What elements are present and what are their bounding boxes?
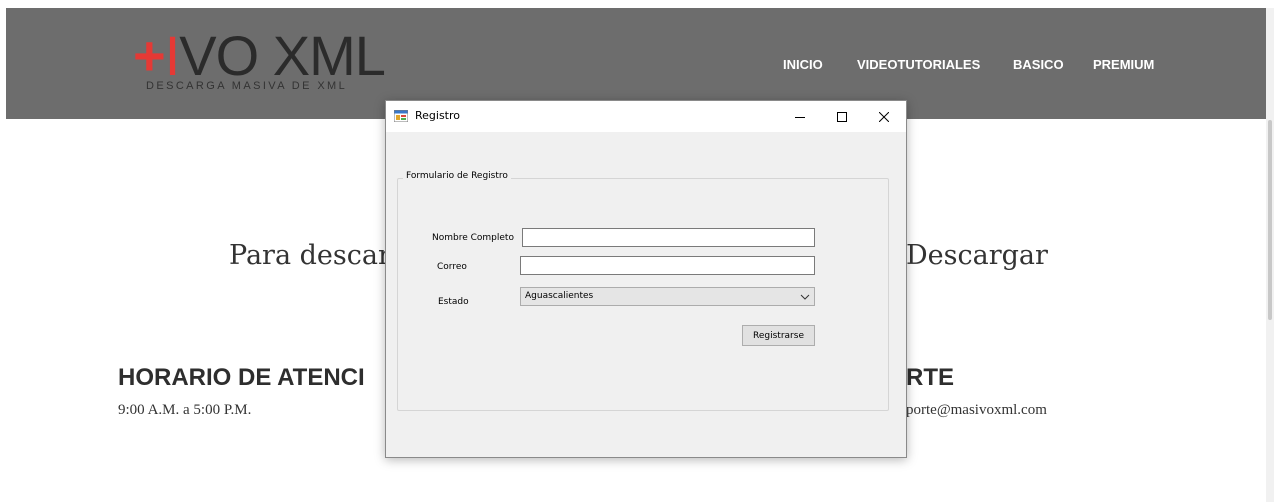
nav-inicio[interactable]: INICIO bbox=[783, 57, 823, 72]
hours-text: 9:00 A.M. a 5:00 P.M. bbox=[118, 402, 252, 418]
page-headline-right: Descargar bbox=[906, 240, 1048, 271]
estado-label: Estado bbox=[438, 297, 469, 307]
logo-tagline: DESCARGA MASIVA DE XML bbox=[146, 80, 348, 92]
logo-i: I bbox=[164, 24, 181, 87]
form-app-icon bbox=[394, 110, 408, 122]
groupbox-title: Formulario de Registro bbox=[403, 171, 511, 181]
logo-wordmark: +IVO XML bbox=[133, 28, 386, 84]
scrollbar-thumb[interactable] bbox=[1268, 120, 1272, 320]
support-email[interactable]: porte@masivoxml.com bbox=[906, 402, 1047, 419]
nombre-label: Nombre Completo bbox=[432, 233, 514, 243]
site-logo[interactable]: +IVO XML DESCARGA MASIVA DE XML bbox=[133, 28, 393, 100]
minimize-button[interactable] bbox=[780, 101, 820, 132]
support-heading: RTE bbox=[906, 364, 954, 391]
nav-basico[interactable]: BASICO bbox=[1013, 57, 1064, 72]
correo-label: Correo bbox=[437, 262, 467, 272]
maximize-icon bbox=[837, 111, 847, 122]
maximize-button[interactable] bbox=[822, 101, 862, 132]
dialog-title: Registro bbox=[415, 109, 461, 122]
nav-videotutoriales[interactable]: VIDEOTUTORIALES bbox=[857, 57, 980, 72]
logo-name: VO XML bbox=[179, 24, 386, 87]
page-headline-left: Para descar bbox=[229, 240, 391, 271]
estado-select[interactable]: Aguascalientes bbox=[520, 287, 815, 306]
registrarse-button[interactable]: Registrarse bbox=[742, 325, 815, 346]
nav-premium[interactable]: PREMIUM bbox=[1093, 57, 1154, 72]
dialog-titlebar[interactable]: Registro bbox=[386, 101, 906, 132]
correo-input[interactable] bbox=[520, 256, 815, 275]
close-button[interactable] bbox=[864, 101, 904, 132]
registro-dialog: Registro Formulario de Registro Nombre C… bbox=[385, 100, 907, 458]
logo-plus: + bbox=[133, 24, 166, 87]
nombre-completo-input[interactable] bbox=[522, 228, 815, 247]
close-icon bbox=[879, 111, 889, 122]
minimize-icon bbox=[795, 116, 805, 118]
hours-heading: HORARIO DE ATENCI bbox=[118, 364, 365, 391]
page-top-border bbox=[0, 0, 1276, 8]
estado-selected-value: Aguascalientes bbox=[525, 291, 594, 301]
chevron-down-icon bbox=[800, 294, 810, 300]
